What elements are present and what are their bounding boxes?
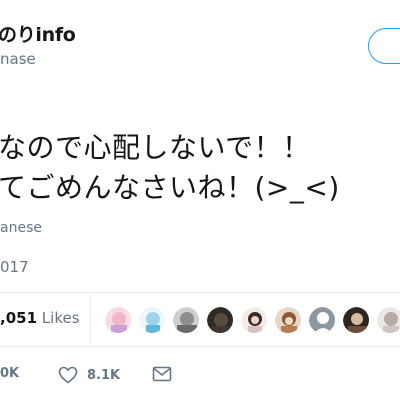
- timestamp[interactable]: 017: [0, 258, 29, 276]
- likes-label: Likes: [41, 309, 80, 327]
- likes-stat[interactable]: ,051 Likes: [0, 309, 80, 327]
- user-handle[interactable]: nase: [0, 50, 36, 68]
- translate-link[interactable]: anese: [0, 220, 42, 236]
- avatar[interactable]: [308, 306, 336, 334]
- avatar[interactable]: [240, 306, 268, 334]
- avatar[interactable]: [172, 306, 200, 334]
- divider: [0, 346, 400, 347]
- tweet-text-line: てごめんなさいね！(>_<): [0, 171, 340, 204]
- retweet-action[interactable]: 3.0K: [0, 366, 19, 381]
- avatar[interactable]: [376, 306, 400, 334]
- avatar[interactable]: [342, 306, 370, 334]
- message-action[interactable]: [152, 366, 172, 382]
- follow-button[interactable]: [368, 28, 400, 64]
- avatar[interactable]: [274, 306, 302, 334]
- tweet-detail: のりinfo nase なので心配しないで！！ てごめんなさいね！(>_<) a…: [0, 0, 400, 400]
- likes-count: ,051: [0, 309, 38, 327]
- retweet-count: 3.0K: [0, 366, 20, 381]
- mail-icon: [152, 366, 172, 382]
- stats-separator: [90, 294, 91, 344]
- tweet-text: なので心配しないで！！ てごめんなさいね！(>_<): [0, 128, 340, 208]
- avatar[interactable]: [104, 306, 132, 334]
- tweet-text-line: なので心配しないで！！: [0, 131, 311, 164]
- avatar[interactable]: [206, 306, 234, 334]
- avatar[interactable]: [138, 306, 166, 334]
- divider: [0, 292, 400, 293]
- like-action[interactable]: 8.1K: [58, 366, 120, 384]
- like-count: 8.1K: [87, 367, 121, 383]
- heart-icon: [58, 366, 78, 384]
- display-name[interactable]: のりinfo: [0, 20, 76, 47]
